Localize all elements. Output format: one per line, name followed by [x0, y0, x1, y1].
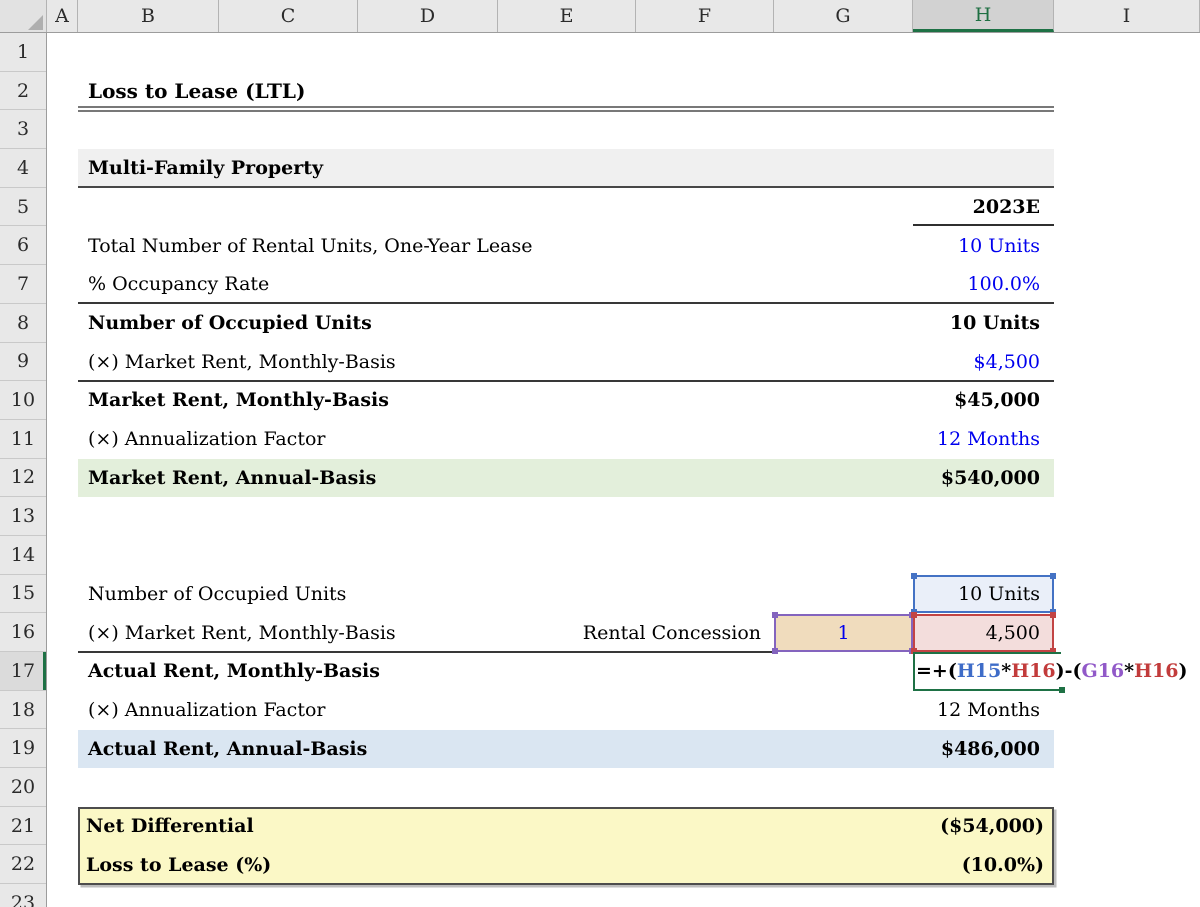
total-units-value-cell[interactable]: 10 Units: [913, 227, 1054, 266]
formula-ref-h16-2: H16: [1134, 660, 1179, 683]
market-rent-annual-label-cell[interactable]: Market Rent, Annual-Basis: [88, 459, 376, 498]
column-header-c[interactable]: C: [219, 0, 358, 32]
column-header-h-selected[interactable]: H: [913, 0, 1054, 32]
actual-rent-annual-label-cell[interactable]: Actual Rent, Annual-Basis: [88, 730, 367, 769]
select-all-button[interactable]: [0, 0, 47, 32]
row-header-13[interactable]: 13: [0, 497, 46, 536]
period-header-cell[interactable]: 2023E: [913, 188, 1054, 227]
row-header-15[interactable]: 15: [0, 575, 46, 614]
select-all-triangle-icon: [28, 15, 43, 30]
market-rent-input-value-cell[interactable]: $4,500: [913, 343, 1054, 382]
row-header-21[interactable]: 21: [0, 807, 46, 846]
row-header-3[interactable]: 3: [0, 110, 46, 150]
net-differential-label-cell[interactable]: Net Differential: [86, 807, 254, 846]
cell-h15-reference-highlight[interactable]: 10 Units: [911, 572, 1056, 616]
row-headers: 1 2 3 4 5 6 7 8 9 10 11 12 13 14 15 16 1…: [0, 33, 47, 907]
row-header-5[interactable]: 5: [0, 188, 46, 227]
column-header-e[interactable]: E: [498, 0, 636, 32]
row-header-16[interactable]: 16: [0, 613, 46, 652]
column-header-b[interactable]: B: [78, 0, 219, 32]
row-header-2[interactable]: 2: [0, 72, 46, 111]
formula-ref-h15: H15: [956, 660, 1002, 683]
column-header-f[interactable]: F: [636, 0, 774, 32]
market-rent-monthly-label-cell[interactable]: Market Rent, Monthly-Basis: [88, 381, 389, 420]
row-header-23[interactable]: 23: [0, 884, 46, 907]
cell-g16-reference-highlight[interactable]: 1: [772, 611, 915, 655]
sheet-title-cell[interactable]: Loss to Lease (LTL): [88, 72, 305, 111]
section-header-cell[interactable]: Multi-Family Property: [88, 149, 323, 188]
row-header-10[interactable]: 10: [0, 381, 46, 420]
formula-segment: =+(: [916, 660, 957, 683]
formula-ref-g16: G16: [1081, 660, 1125, 683]
formula-segment: ): [1178, 660, 1188, 683]
double-rule-under-title: [78, 105, 1054, 113]
formula-segment: *: [1001, 660, 1012, 683]
column-header-a[interactable]: A: [47, 0, 78, 32]
row-header-9[interactable]: 9: [0, 343, 46, 382]
occupancy-label-cell[interactable]: % Occupancy Rate: [88, 265, 269, 304]
h15-handle-top-right[interactable]: [1050, 572, 1056, 579]
occupied-units-value-cell[interactable]: 10 Units: [913, 304, 1054, 343]
row-header-19[interactable]: 19: [0, 729, 46, 769]
market-rent-monthly-value-cell[interactable]: $45,000: [913, 381, 1054, 420]
row-header-11[interactable]: 11: [0, 420, 46, 459]
formula-segment: )-(: [1055, 660, 1082, 683]
row-header-22[interactable]: 22: [0, 845, 46, 885]
h15-handle-top-left[interactable]: [911, 572, 917, 579]
formula-editor-cell[interactable]: =+(H15*H16)-(G16*H16): [916, 652, 1187, 691]
occupied-units2-label-cell[interactable]: Number of Occupied Units: [88, 575, 346, 614]
row-header-12[interactable]: 12: [0, 459, 46, 498]
row-header-8[interactable]: 8: [0, 304, 46, 343]
rental-concession-value: 1: [837, 621, 850, 644]
row-header-17-selected[interactable]: 17: [0, 652, 46, 691]
g16-handle-top-left[interactable]: [772, 611, 778, 618]
market-rent-input2-value: 4,500: [985, 621, 1040, 644]
row-header-4[interactable]: 4: [0, 149, 46, 188]
g16-handle-bottom-left[interactable]: [772, 648, 778, 655]
formula-ref-h16: H16: [1011, 660, 1056, 683]
sheet-body: Loss to Lease (LTL) Multi-Family Propert…: [0, 0, 1200, 907]
actual-rent-annual-value-cell[interactable]: $486,000: [913, 730, 1054, 769]
loss-to-lease-value-cell[interactable]: (10.0%): [913, 846, 1054, 885]
h16-handle-top-left[interactable]: [911, 611, 917, 618]
actual-rent-monthly-label-cell[interactable]: Actual Rent, Monthly-Basis: [88, 652, 380, 691]
occupied-units2-value: 10 Units: [958, 582, 1040, 605]
annualization2-label-cell[interactable]: (×) Annualization Factor: [88, 691, 325, 730]
column-header-i[interactable]: I: [1054, 0, 1200, 32]
column-header-d[interactable]: D: [358, 0, 498, 32]
annualization2-value-cell[interactable]: 12 Months: [913, 691, 1054, 730]
row-header-1[interactable]: 1: [0, 33, 46, 72]
h16-handle-top-right[interactable]: [1050, 611, 1056, 618]
total-units-label-cell[interactable]: Total Number of Rental Units, One-Year L…: [88, 227, 532, 266]
loss-to-lease-label-cell[interactable]: Loss to Lease (%): [86, 846, 271, 885]
row-header-7[interactable]: 7: [0, 265, 46, 304]
annualization1-value-cell[interactable]: 12 Months: [913, 420, 1054, 459]
cell-h16-reference-highlight[interactable]: 4,500: [911, 611, 1056, 655]
row-header-20[interactable]: 20: [0, 768, 46, 807]
row-header-6[interactable]: 6: [0, 226, 46, 266]
occupancy-value-cell[interactable]: 100.0%: [913, 265, 1054, 304]
row-header-14[interactable]: 14: [0, 536, 46, 575]
column-headers: A B C D E F G H I: [0, 0, 1200, 33]
market-rent-input-label-cell[interactable]: (×) Market Rent, Monthly-Basis: [88, 343, 396, 382]
occupied-units-label-cell[interactable]: Number of Occupied Units: [88, 304, 372, 343]
formula-segment: *: [1124, 660, 1135, 683]
net-differential-value-cell[interactable]: ($54,000): [913, 807, 1054, 846]
market-rent-input2-label-cell[interactable]: (×) Market Rent, Monthly-Basis: [88, 614, 396, 653]
market-rent-annual-value-cell[interactable]: $540,000: [913, 459, 1054, 498]
rental-concession-label-cell[interactable]: Rental Concession: [497, 614, 767, 653]
annualization1-label-cell[interactable]: (×) Annualization Factor: [88, 420, 325, 459]
spreadsheet: A B C D E F G H I 1 2 3 4 5 6 7 8 9 10 1…: [0, 0, 1200, 907]
column-header-g[interactable]: G: [774, 0, 913, 32]
row-header-18[interactable]: 18: [0, 691, 46, 730]
